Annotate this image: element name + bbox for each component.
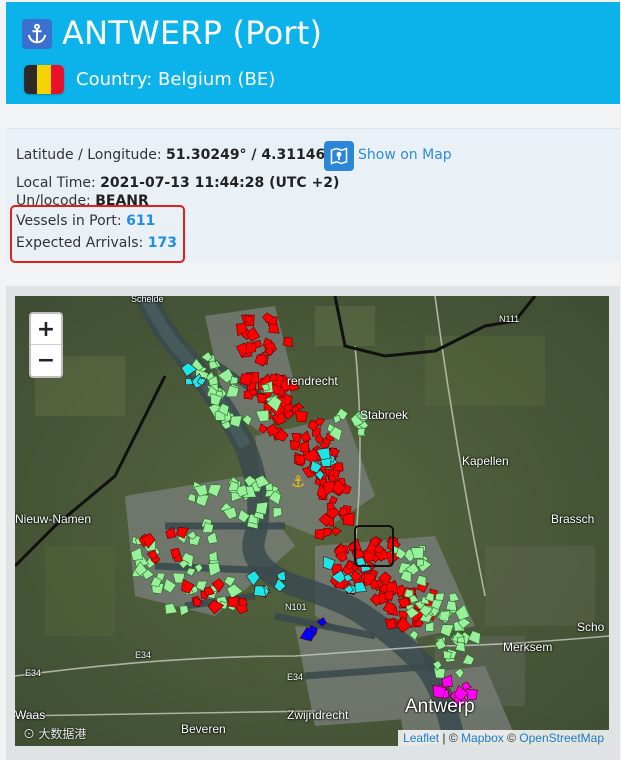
country-label: Country: Belgium (BE): [76, 69, 276, 90]
satellite-map: ⚓: [15, 296, 609, 746]
zoom-in-button[interactable]: +: [31, 314, 61, 345]
unlocode-label: Un/locode:: [16, 193, 91, 205]
place-schoten: Scho: [577, 620, 605, 634]
place-brasschaat: Brassch: [551, 512, 595, 526]
vessel-marker-tanker-22-6[interactable]: [227, 596, 239, 609]
place-scheldt: Schelde: [131, 296, 164, 304]
place-n101: N101: [285, 602, 307, 612]
latlon-label: Latitude / Longitude:: [16, 147, 162, 163]
vessel-marker-tanker-1-27[interactable]: [269, 373, 278, 382]
mapbox-link[interactable]: Mapbox: [461, 731, 504, 745]
zoom-control: + −: [29, 312, 63, 378]
place-berendrecht: rendrecht: [287, 374, 338, 388]
place-beveren: Beveren: [181, 722, 226, 736]
page-title: ANTWERP (Port): [62, 14, 323, 52]
vessel-marker-cargo-12-19[interactable]: [445, 600, 458, 612]
unlocode-row: Un/locode: BEANR: [16, 193, 149, 205]
place-stabroek: Stabroek: [360, 408, 409, 422]
local-time-value: 2021-07-13 11:44:28 (UTC +2): [100, 175, 340, 191]
vessel-marker-cargo-8-9[interactable]: [357, 427, 366, 437]
map-attribution: Leaflet | © Mapbox © OpenStreetMap: [398, 730, 609, 746]
local-time-row: Local Time: 2021-07-13 11:44:28 (UTC +2): [16, 175, 339, 191]
place-e34-c: E34: [25, 668, 42, 678]
osm-link[interactable]: OpenStreetMap: [519, 731, 604, 745]
vessel-marker-tanker-0-23[interactable]: [264, 347, 274, 356]
place-nieuw-namen: Nieuw-Namen: [15, 512, 92, 526]
map-container: ⚓ + − Schelde N111 rendrecht Stabroek Ka…: [6, 286, 620, 760]
highlight-box: [10, 205, 185, 263]
zoom-out-button[interactable]: −: [31, 345, 61, 376]
show-on-map-link[interactable]: Show on Map: [358, 147, 452, 163]
vessel-marker-cargo-9-28[interactable]: [255, 501, 269, 515]
place-zwijndrecht: Zwijndrecht: [287, 708, 349, 722]
vessel-marker-tanker-1-18[interactable]: [256, 393, 268, 404]
latlon-row: Latitude / Longitude: 51.30249° / 4.3114…: [16, 147, 352, 163]
vessel-marker-cargo-12-5[interactable]: [439, 610, 451, 622]
leaflet-link[interactable]: Leaflet: [403, 731, 439, 745]
port-map[interactable]: ⚓ + − Schelde N111 rendrecht Stabroek Ka…: [15, 296, 609, 746]
watermark: ⊙ 大数据港: [23, 727, 87, 741]
belgium-flag-icon: [24, 65, 64, 94]
local-time-label: Local Time:: [16, 175, 96, 191]
port-anchor-marker: ⚓: [291, 472, 305, 491]
vessel-marker-cargo-6-12[interactable]: [229, 376, 239, 385]
place-antwerp: Antwerp: [405, 696, 475, 717]
anchor-icon: [22, 19, 52, 49]
map-pin-icon[interactable]: [324, 141, 354, 171]
port-info-panel: Latitude / Longitude: 51.30249° / 4.3114…: [6, 128, 620, 263]
place-kapellen: Kapellen: [462, 454, 509, 468]
place-e34-a: E34: [135, 650, 152, 660]
place-waas: Waas: [15, 708, 46, 722]
vessel-marker-tanker-0-4[interactable]: [268, 323, 280, 334]
port-header: ANTWERP (Port) Country: Belgium (BE): [6, 2, 620, 104]
vessel-marker-tanker-0-15[interactable]: [282, 336, 294, 348]
place-n111: N111: [499, 314, 520, 324]
unlocode-value: BEANR: [95, 193, 149, 205]
place-e34-b: E34: [287, 672, 304, 682]
vessel-marker-tanker-0-21[interactable]: [245, 341, 257, 354]
place-merksem: Merksem: [503, 640, 553, 654]
vessel-marker-tanker-2-24[interactable]: [295, 410, 308, 423]
